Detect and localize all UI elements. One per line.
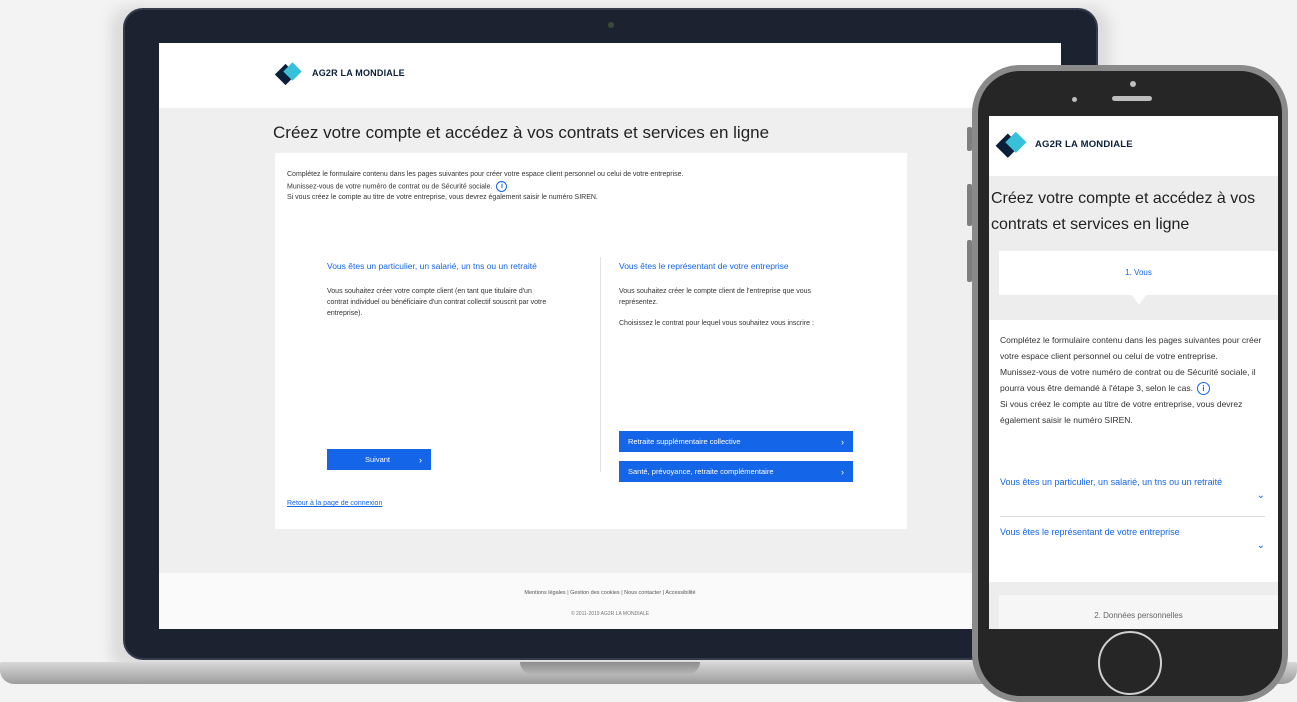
info-icon[interactable]: i <box>1197 382 1210 396</box>
company-heading: Vous êtes le représentant de votre entre… <box>619 261 789 271</box>
accordion-divider <box>1000 516 1265 517</box>
footer-links[interactable]: Mentions légales | Gestion des cookies |… <box>159 590 1061 596</box>
desktop-header: AG2R LA MONDIALE <box>159 43 1061 108</box>
chevron-right-icon: › <box>841 466 844 477</box>
back-to-login-link[interactable]: Retour à la page de connexion <box>287 500 382 507</box>
chevron-down-icon: ⌄ <box>1256 540 1265 551</box>
logo-icon <box>276 63 304 83</box>
individual-section: Vous êtes un particulier, un salarié, un… <box>327 261 567 329</box>
laptop-screen: AG2R LA MONDIALE Créez votre compte et a… <box>159 43 1061 629</box>
footer-copyright: © 2011-2019 AG2R LA MONDIALE <box>570 611 650 617</box>
mobile-intro-line-1: Complétez le formulaire contenu dans les… <box>1000 335 1262 361</box>
next-button-label: Suivant <box>364 455 391 464</box>
accordion-individual[interactable]: Vous êtes un particulier, un salarié, un… <box>1000 475 1265 501</box>
desktop-footer: Mentions légales | Gestion des cookies |… <box>159 573 1061 629</box>
mobile-intro-line-2: Munissez-vous de votre numéro de contrat… <box>1000 364 1275 396</box>
phone-speaker <box>1112 96 1152 101</box>
intro-text: Complétez le formulaire contenu dans les… <box>287 169 862 204</box>
step-2-tab[interactable]: 2. Données personnelles <box>999 595 1278 629</box>
brand-name: AG2R LA MONDIALE <box>312 68 405 78</box>
health-retirement-button[interactable]: Santé, prévoyance, retraite complémentai… <box>619 461 853 482</box>
company-section: Vous êtes le représentant de votre entre… <box>619 261 859 339</box>
next-button[interactable]: Suivant › <box>327 449 431 470</box>
intro-line-1: Complétez le formulaire contenu dans les… <box>287 171 684 178</box>
mobile-signup-card: Complétez le formulaire contenu dans les… <box>989 320 1278 582</box>
mobile-intro-text: Complétez le formulaire contenu dans les… <box>1000 332 1275 428</box>
phone-sensor <box>1072 97 1077 102</box>
mobile-header: AG2R LA MONDIALE <box>989 116 1278 176</box>
collective-retirement-button[interactable]: Retraite supplémentaire collective › <box>619 431 853 452</box>
chevron-down-icon: ⌄ <box>1256 490 1265 501</box>
brand-logo[interactable]: AG2R LA MONDIALE <box>276 63 405 83</box>
intro-line-3: Si vous créez le compte au titre de votr… <box>287 194 598 202</box>
mobile-brand-logo[interactable]: AG2R LA MONDIALE <box>999 134 1133 154</box>
laptop-camera <box>608 22 614 28</box>
chevron-right-icon: › <box>419 454 422 465</box>
health-retirement-label: Santé, prévoyance, retraite complémentai… <box>628 467 774 476</box>
column-divider <box>600 257 601 472</box>
accordion-company-label: Vous êtes le représentant de votre entre… <box>1000 527 1180 537</box>
page-title: Créez votre compte et accédez à vos cont… <box>273 123 770 142</box>
accordion-individual-label: Vous êtes un particulier, un salarié, un… <box>1000 477 1223 487</box>
company-text-1: Vous souhaitez créer le compte client de… <box>619 288 812 306</box>
individual-heading: Vous êtes un particulier, un salarié, un… <box>327 261 537 271</box>
signup-card: Complétez le formulaire contenu dans les… <box>275 153 907 529</box>
mobile-intro-line-3: Si vous créez le compte au titre de votr… <box>1000 399 1243 425</box>
company-text-2: Choisissez le contrat pour lequel vous s… <box>619 320 814 327</box>
chevron-right-icon: › <box>841 436 844 447</box>
mobile-intro-line-2-text: Munissez-vous de votre numéro de contrat… <box>1000 367 1256 393</box>
intro-line-2-text: Munissez-vous de votre numéro de contrat… <box>287 182 493 190</box>
collective-retirement-label: Retraite supplémentaire collective <box>628 437 741 446</box>
info-icon[interactable]: i <box>496 180 508 192</box>
phone-home-button[interactable] <box>1098 631 1162 695</box>
step-1-tab[interactable]: 1. Vous <box>999 251 1278 295</box>
laptop-base-notch <box>520 662 700 674</box>
mobile-page-title: Créez votre compte et accédez à vos cont… <box>991 190 1256 233</box>
step-1-pointer <box>1132 295 1146 305</box>
accordion-company[interactable]: Vous êtes le représentant de votre entre… <box>1000 525 1265 551</box>
phone-screen: AG2R LA MONDIALE Créez votre compte et a… <box>989 116 1278 629</box>
intro-line-2: Munissez-vous de votre numéro de contrat… <box>287 180 862 193</box>
logo-icon <box>997 133 1029 156</box>
individual-text: Vous souhaitez créer votre compte client… <box>327 288 547 317</box>
phone-camera <box>1130 81 1136 87</box>
mobile-brand-name: AG2R LA MONDIALE <box>1035 138 1133 150</box>
